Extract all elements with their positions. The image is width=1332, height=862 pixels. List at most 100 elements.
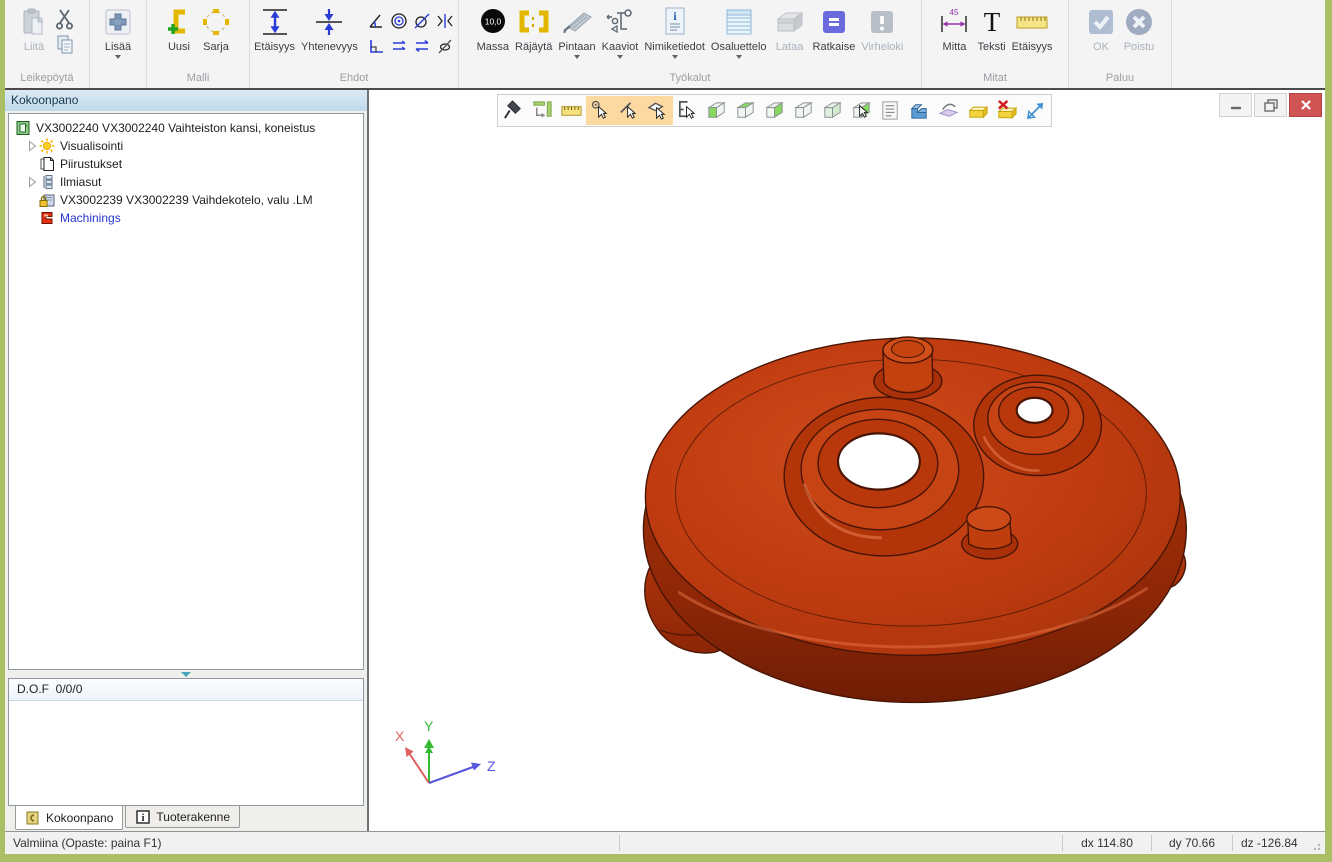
opposed-constraint-button[interactable] <box>411 33 434 58</box>
ribbon-group-clipboard: Liitä Leikepöytä <box>5 0 90 88</box>
text-icon: T <box>978 5 1006 39</box>
perpendicular-constraint-icon <box>367 37 385 55</box>
symmetry-constraint-button[interactable] <box>434 8 457 33</box>
coincident-constraint-button[interactable]: Yhtenevyys <box>298 2 361 53</box>
info-tab-icon: i <box>135 809 151 825</box>
new-button[interactable]: Uusi <box>161 2 197 53</box>
status-bar: Valmiina (Opaste: paina F1) dx 114.80 dy… <box>5 831 1325 854</box>
mass-label: Massa <box>477 41 509 53</box>
part-locked-icon <box>39 192 57 208</box>
dimension-icon: 45 <box>937 5 971 39</box>
group-label-model: Malli <box>150 71 246 88</box>
paste-button[interactable]: Liitä <box>17 2 51 53</box>
group-label-constraints: Ehdot <box>253 71 455 88</box>
perpendicular-constraint-button[interactable] <box>365 33 388 58</box>
tab-kokoonpano[interactable]: Kokoonpano <box>15 806 123 830</box>
to-surface-button[interactable]: Pintaan <box>555 2 598 59</box>
tree-item[interactable]: VX3002240 VX3002240 Vaihteiston kansi, k… <box>11 119 361 137</box>
ribbon-group-tools: 10,0 Massa Räjäytä Pintaan <box>459 0 922 88</box>
schematics-icon <box>603 5 637 39</box>
error-log-button[interactable]: Virheloki <box>858 2 906 53</box>
svg-text:T: T <box>983 7 1000 37</box>
group-label-clipboard: Leikepöytä <box>8 71 86 88</box>
parts-list-icon <box>723 5 755 39</box>
tree-item[interactable]: Ilmiasut <box>11 173 361 191</box>
tangent-constraint-button[interactable] <box>411 8 434 33</box>
exit-button[interactable]: Poistu <box>1120 2 1158 53</box>
release-constraint-button[interactable] <box>434 33 457 58</box>
tree-item[interactable]: Visualisointi <box>11 137 361 155</box>
status-message: Valmiina (Opaste: paina F1) <box>5 836 619 850</box>
tab-label: Tuoterakenne <box>156 810 230 824</box>
exit-label: Poistu <box>1124 41 1155 53</box>
assembly-doc-icon <box>15 120 33 136</box>
cut-button[interactable] <box>53 6 77 32</box>
model-viewport[interactable]: X Y Z <box>369 90 1325 831</box>
axis-z-label: Z <box>487 758 496 774</box>
tree-item[interactable]: Piirustukset <box>11 155 361 173</box>
tree-item[interactable]: Machinings <box>11 209 361 227</box>
chevron-down-icon <box>672 55 678 59</box>
concentric-constraint-icon <box>390 12 408 30</box>
to-surface-icon <box>560 5 594 39</box>
constraint-icon-grid <box>365 8 457 58</box>
distance-constraint-label: Etäisyys <box>254 41 295 53</box>
ok-button[interactable]: OK <box>1082 2 1120 53</box>
expander-icon[interactable] <box>25 140 39 152</box>
measure-distance-label: Etäisyys <box>1012 41 1053 53</box>
parts-list-button[interactable]: Osaluettelo <box>708 2 770 59</box>
text-label: Teksti <box>977 41 1005 53</box>
explode-button[interactable]: Räjäytä <box>512 2 555 53</box>
copy-icon <box>55 34 75 56</box>
solve-button[interactable]: Ratkaise <box>810 2 859 53</box>
release-constraint-icon <box>436 37 454 55</box>
parallel-constraint-button[interactable] <box>388 33 411 58</box>
add-button[interactable]: Lisää <box>100 2 136 59</box>
exit-cross-icon <box>1123 5 1155 39</box>
explode-icon <box>517 5 551 39</box>
concentric-constraint-button[interactable] <box>388 8 411 33</box>
error-log-label: Virheloki <box>861 41 903 53</box>
chevron-down-icon <box>736 55 742 59</box>
group-label-return: Paluu <box>1072 71 1168 88</box>
to-surface-label: Pintaan <box>558 41 595 53</box>
svg-text:i: i <box>142 813 145 824</box>
schematics-button[interactable]: Kaaviot <box>599 2 642 59</box>
resize-grip[interactable] <box>1313 841 1323 851</box>
sun-icon <box>39 138 57 154</box>
axis-triad: X Y Z <box>381 717 501 807</box>
item-info-button[interactable]: i Nimiketiedot <box>641 2 708 59</box>
panel-splitter[interactable] <box>5 670 367 678</box>
series-label: Sarja <box>203 41 229 53</box>
item-info-icon: i <box>661 5 689 39</box>
tree-item[interactable]: VX3002239 VX3002239 Vaihdekotelo, valu .… <box>11 191 361 209</box>
tree-item-label: Piirustukset <box>60 157 122 171</box>
svg-text:45: 45 <box>950 8 959 17</box>
application-window: Liitä Leikepöytä L <box>5 0 1325 854</box>
dimension-button[interactable]: 45 Mitta <box>934 2 974 53</box>
tab-tuoterakenne[interactable]: i Tuoterakenne <box>125 806 240 828</box>
ribbon-spacer <box>1172 0 1325 88</box>
load-button[interactable]: Lataa <box>770 2 810 53</box>
expander-icon[interactable] <box>25 176 39 188</box>
gearbox-cover-model[interactable] <box>369 90 1325 831</box>
mass-icon: 10,0 <box>478 5 508 39</box>
copy-button[interactable] <box>53 32 77 58</box>
status-dx: dx 114.80 <box>1063 836 1151 850</box>
panel-tab-bar: Kokoonpano i Tuoterakenne <box>5 806 367 831</box>
text-button[interactable]: T Teksti <box>974 2 1008 53</box>
new-label: Uusi <box>168 41 190 53</box>
ribbon: Liitä Leikepöytä L <box>5 0 1325 90</box>
mass-button[interactable]: 10,0 Massa <box>474 2 512 53</box>
measure-distance-button[interactable]: Etäisyys <box>1009 2 1056 53</box>
explode-label: Räjäytä <box>515 41 552 53</box>
dof-value: 0/0/0 <box>56 682 83 696</box>
distance-constraint-button[interactable]: Etäisyys <box>251 2 298 53</box>
angle-constraint-button[interactable] <box>365 8 388 33</box>
ribbon-group-constraints: Etäisyys Yhtenevyys <box>250 0 459 88</box>
series-button[interactable]: Sarja <box>197 2 235 53</box>
ok-check-icon <box>1085 5 1117 39</box>
assembly-tab-icon <box>25 810 41 826</box>
ruler-icon <box>1014 5 1050 39</box>
coincident-constraint-icon <box>312 5 346 39</box>
